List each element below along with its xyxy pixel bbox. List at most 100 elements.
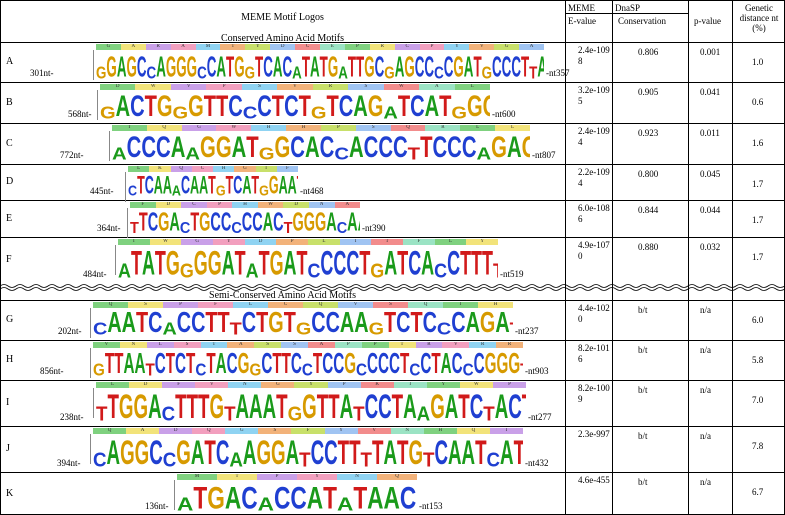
nucleotide-letter: C [378,348,390,379]
nucleotide-letter: C [284,91,299,122]
nucleotide-letter: A [123,348,135,379]
nucleotide-letter: T [246,132,259,163]
motif-start-position: 772nt- [60,150,84,160]
nucleotide-letter: T [319,50,328,81]
nucleotide-letter: A [283,245,297,282]
nucleotide-letter: A [107,308,122,339]
nucleotide-letter: C [161,402,176,425]
nucleotide-letter: C [486,448,501,471]
col-divider-pvalue [688,0,689,515]
motif-conservation: 0.806 [638,47,659,57]
motif-evalue: 2.2e-1094 [578,167,610,188]
nucleotide-letter: A [118,259,131,282]
nucleotide-letter: C [290,132,305,163]
nucleotide-letter: T [522,389,526,425]
nucleotide-letter: C [144,172,154,199]
nucleotide-letter: G [484,348,497,379]
nucleotide-letter: C [325,308,340,339]
nucleotide-letter: C [206,50,217,81]
nucleotide-letter: A [106,434,121,471]
nucleotide-letter: G [96,62,107,81]
conservation-header: Conservation [618,16,666,26]
nucleotide-letter: C [301,360,313,379]
nucleotide-letter: T [396,434,409,471]
sequence-logo: CTCAAACAATGTCATGGAATTTC [128,172,298,199]
nucleotide-letter: A [153,172,163,199]
logo-y-axis [109,131,110,161]
meme-header: MEME [568,3,595,13]
motif-evalue: 2.4e-1098 [578,45,610,66]
nucleotide-letter: C [195,360,207,379]
nucleotide-letter: C [399,480,417,514]
nucleotide-letter: G [384,62,395,81]
nucleotide-letter: T [460,245,472,282]
nucleotide-letter: A [383,434,397,471]
nucleotide-letter: A [231,132,247,163]
nucleotide-letter: C [93,320,108,339]
nucleotide-letter: C [311,308,326,339]
nucleotide-letter: T [283,219,293,236]
nucleotide-letter: A [292,62,302,81]
nucleotide-letter: C [233,172,243,199]
motif-conservation: 0.905 [638,87,659,97]
nucleotide-letter: T [529,62,538,81]
nucleotide-letter: G [467,91,483,122]
nucleotide-letter: G [508,348,521,379]
nucleotide-letter: A [367,480,384,514]
nucleotide-letter: T [135,308,149,339]
nucleotide-letter: T [251,172,260,199]
nucleotide-letter: C [414,50,425,81]
motif-row-label: G [6,314,14,325]
logo-y-axis [115,245,116,275]
motif-end-position: -nt153 [419,501,443,511]
motif-evalue: 2.3e-997 [578,429,610,439]
motif-end-position: -nt807 [532,150,556,160]
nucleotide-letter: C [320,245,334,282]
nucleotide-letter: G [118,388,134,425]
nucleotide-letter: T [276,388,288,425]
nucleotide-letter: A [177,493,194,514]
row-divider [0,237,785,238]
nucleotide-letter: T [186,348,196,379]
nucleotide-letter: C [508,388,522,425]
nucleotide-letter: C [378,388,392,425]
motif-genetic-distance: 6.0 [752,315,764,325]
nucleotide-letter: C [282,50,293,81]
motif-genetic-distance: 1.0 [752,57,764,67]
nucleotide-letter: T [520,50,530,81]
nucleotide-letter: T [193,480,208,514]
nucleotide-letter: A [242,434,257,471]
nucleotide-letter: T [471,245,482,282]
nucleotide-letter: G [234,50,245,81]
nucleotide-letter: C [149,434,163,471]
motif-row-label: C [6,137,13,149]
nucleotide-letter: G [200,132,216,163]
nucleotide-letter: T [205,308,218,339]
nucleotide-letter: C [257,91,272,122]
nucleotide-letter: A [444,388,459,425]
sequence-logo: TTCGACTGCCCCCACTGGGACAATGCC [130,208,360,236]
motif-genetic-distance: 7.0 [752,395,764,405]
nucleotide-letter: A [190,172,200,199]
motif-row-label: F [6,254,12,265]
header-subline [565,13,688,14]
logo-y-axis [90,348,91,378]
nucleotide-letter: G [368,320,384,339]
nucleotide-letter: T [328,388,340,425]
nucleotide-letter: G [133,388,149,425]
row-divider [0,340,785,341]
nucleotide-letter: C [473,348,485,379]
row-divider [0,82,785,83]
nucleotide-letter: T [217,308,230,339]
sequence-logo: GTTAATCTCTCTACGGCTTCCTCCGCCCCTCCTACCCGGG… [93,348,523,379]
nucleotide-letter: G [256,434,272,471]
nucleotide-letter: G [244,62,256,81]
nucleotide-letter: A [403,388,417,425]
col-divider-distance [732,0,733,515]
nucleotide-letter: C [434,259,448,282]
nucleotide-letter: A [171,183,181,199]
nucleotide-letter: C [356,360,368,379]
nucleotide-letter: C [136,50,147,81]
nucleotide-letter: C [363,132,379,163]
nucleotide-letter: A [242,172,252,199]
